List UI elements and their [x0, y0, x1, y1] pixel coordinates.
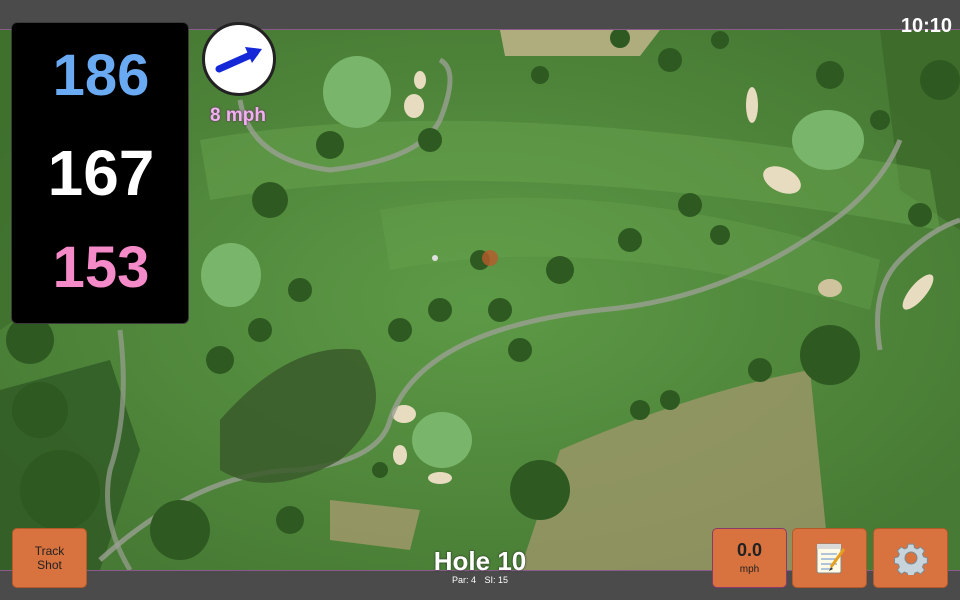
- wind-arrow-icon: [215, 47, 262, 73]
- wind-indicator: [202, 22, 276, 96]
- back-distance: 186: [52, 43, 150, 108]
- track-shot-button[interactable]: Track Shot: [12, 528, 87, 588]
- speed-value: 0.0: [736, 539, 763, 560]
- hole-meta: Par: 4 SI: 15: [380, 575, 580, 585]
- notepad-icon: [816, 543, 845, 574]
- hole-par: Par: 4: [451, 575, 476, 585]
- hole-info: Hole 10 Par: 4 SI: 15: [380, 548, 580, 585]
- front-distance: 153: [52, 235, 150, 300]
- track-shot-label-line2: Shot: [37, 558, 62, 572]
- notes-button[interactable]: [792, 528, 867, 588]
- clock: 10:10: [900, 15, 952, 37]
- distance-panel: 186 167 153: [11, 22, 189, 324]
- track-shot-label-line1: Track: [34, 543, 65, 558]
- middle-distance: 167: [47, 137, 155, 209]
- wind-speed-label: 8 mph: [210, 105, 266, 126]
- settings-button[interactable]: [873, 528, 948, 588]
- speed-button[interactable]: 0.0 mph: [712, 528, 787, 588]
- speed-unit: mph: [739, 564, 760, 576]
- hole-title: Hole 10: [433, 546, 527, 576]
- gear-icon: [893, 543, 928, 575]
- hole-stroke-index: SI: 15: [484, 575, 509, 585]
